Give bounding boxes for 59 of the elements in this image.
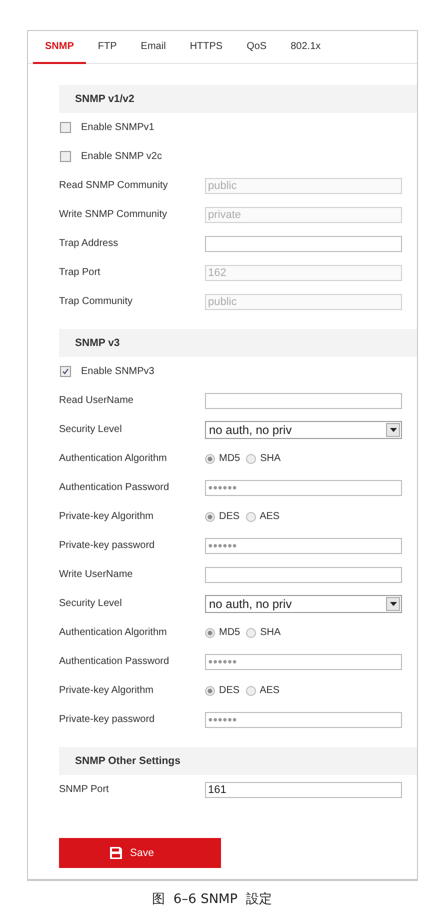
- dropdown-arrow-icon: [390, 602, 396, 606]
- select-dropdown[interactable]: no auth, no priv: [205, 420, 402, 438]
- radio-option[interactable]: AES: [246, 685, 280, 696]
- section-header: SNMP Other Settings: [59, 747, 417, 775]
- field-label: Private-key Algorithm: [59, 511, 154, 522]
- field-label: Write SNMP Community: [59, 209, 168, 220]
- field-label: Authentication Algorithm: [59, 453, 168, 464]
- field-label: Trap Port: [59, 267, 102, 278]
- section-header: SNMP v1/v2: [59, 85, 417, 113]
- select-dropdown[interactable]: no auth, no priv: [205, 594, 402, 612]
- checkbox-label: Enable SNMP v2c: [81, 151, 163, 162]
- tab[interactable]: SNMP: [33, 31, 86, 64]
- figure-caption: 图 6–6 SNMP 設定: [151, 891, 273, 908]
- text-field[interactable]: [205, 392, 402, 408]
- radio-button[interactable]: [205, 686, 215, 696]
- field-label: Private-key Algorithm: [59, 685, 154, 696]
- checkbox-label: Enable SNMPv1: [81, 122, 156, 133]
- radio-button[interactable]: [246, 628, 256, 638]
- field-label: Read UserName: [59, 395, 134, 406]
- checkbox-label: Enable SNMPv3: [81, 366, 156, 377]
- field-label: Write UserName: [59, 569, 134, 580]
- radio-button[interactable]: [246, 512, 256, 522]
- radio-button[interactable]: [246, 454, 256, 464]
- field-label: Trap Community: [59, 296, 134, 307]
- radio-option[interactable]: MD5: [205, 453, 240, 464]
- radio-option[interactable]: DES: [205, 685, 240, 696]
- field-label: SNMP Port: [59, 784, 110, 795]
- tab[interactable]: QoS: [234, 31, 279, 64]
- radio-option[interactable]: SHA: [246, 453, 281, 464]
- text-field[interactable]: [205, 566, 402, 582]
- field-label: Authentication Password: [59, 482, 170, 493]
- field-label: Private-key password: [59, 540, 156, 551]
- checkbox[interactable]: [60, 366, 71, 377]
- radio-option[interactable]: AES: [246, 511, 280, 522]
- field-label: Private-key password: [59, 714, 156, 725]
- field-label: Security Level: [59, 424, 123, 435]
- dropdown-arrow-icon: [390, 428, 396, 432]
- tab[interactable]: FTP: [86, 31, 129, 64]
- tab[interactable]: HTTPS: [178, 31, 235, 64]
- field-label: Authentication Algorithm: [59, 627, 168, 638]
- text-field[interactable]: [205, 236, 402, 252]
- section-header: SNMP v3: [59, 329, 417, 357]
- checkbox[interactable]: [60, 122, 71, 133]
- radio-button[interactable]: [246, 686, 256, 696]
- radio-option[interactable]: DES: [205, 511, 240, 522]
- save-button[interactable]: Save: [59, 838, 221, 868]
- radio-option[interactable]: SHA: [246, 627, 281, 638]
- radio-button[interactable]: [205, 628, 215, 638]
- radio-button[interactable]: [205, 454, 215, 464]
- field-label: Authentication Password: [59, 656, 170, 667]
- tab[interactable]: 802.1x: [278, 31, 333, 64]
- radio-option[interactable]: MD5: [205, 627, 240, 638]
- text-field[interactable]: 161: [205, 782, 402, 798]
- radio-button[interactable]: [205, 512, 215, 522]
- checkbox[interactable]: [60, 151, 71, 162]
- field-label: Security Level: [59, 598, 123, 609]
- field-label: Trap Address: [59, 238, 120, 249]
- tab[interactable]: Email: [128, 31, 178, 64]
- field-label: Read SNMP Community: [59, 180, 169, 191]
